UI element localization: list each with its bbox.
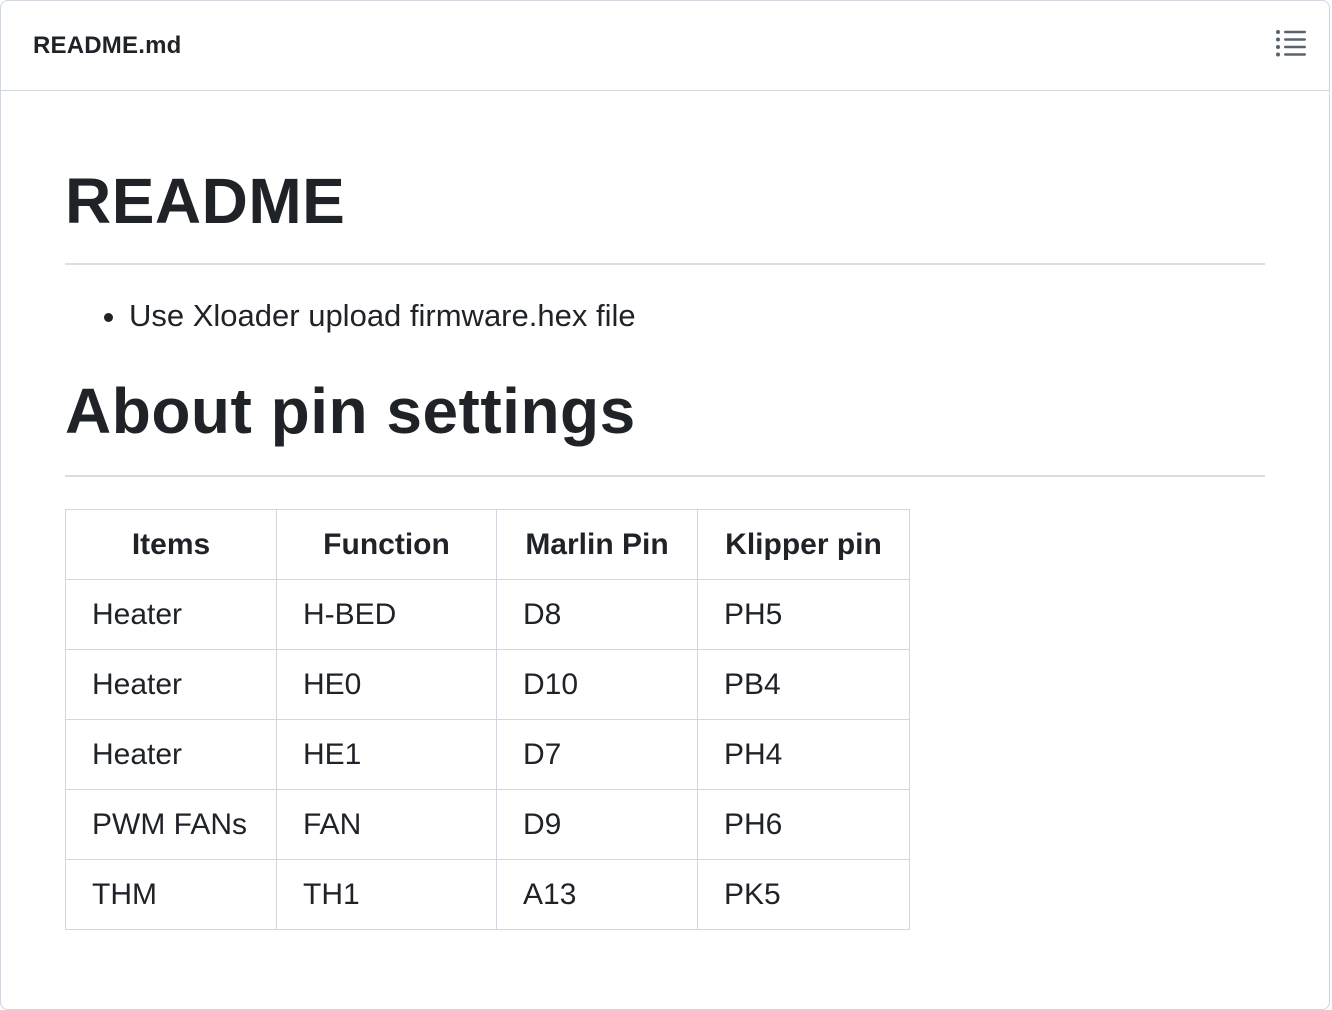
table-header-row: Items Function Marlin Pin Klipper pin — [65, 509, 910, 580]
header-marlin-pin: Marlin Pin — [496, 509, 698, 580]
table-cell: PB4 — [697, 649, 910, 720]
outline-button[interactable] — [1269, 24, 1313, 68]
table-row: Heater HE1 D7 PH4 — [65, 719, 910, 790]
table-row: Heater H-BED D8 PH5 — [65, 579, 910, 650]
table-cell: Heater — [65, 579, 277, 650]
table-cell: A13 — [496, 859, 698, 930]
section-heading: About pin settings — [65, 343, 1265, 477]
table-cell: THM — [65, 859, 277, 930]
table-row: Heater HE0 D10 PB4 — [65, 649, 910, 720]
readme-panel: README.md README • Use Xloader upload fi… — [0, 0, 1330, 1010]
file-name[interactable]: README.md — [33, 32, 181, 60]
markdown-body: README Use Xloader upload firmware.hex f… — [1, 91, 1329, 930]
header-items: Items — [65, 509, 277, 580]
table-cell: D8 — [496, 579, 698, 650]
table-cell: D10 — [496, 649, 698, 720]
table-cell: TH1 — [276, 859, 497, 930]
page-title: README — [65, 91, 1265, 265]
table-cell: D9 — [496, 789, 698, 860]
table-cell: PWM FANs — [65, 789, 277, 860]
table-row: THM TH1 A13 PK5 — [65, 859, 910, 930]
table-cell: H-BED — [276, 579, 497, 650]
header-function: Function — [276, 509, 497, 580]
pin-table: Items Function Marlin Pin Klipper pin He… — [65, 509, 910, 930]
table-cell: FAN — [276, 789, 497, 860]
list-unordered-icon — [1275, 29, 1307, 62]
table-cell: D7 — [496, 719, 698, 790]
table-row: PWM FANs FAN D9 PH6 — [65, 789, 910, 860]
bullet-list: Use Xloader upload firmware.hex file — [65, 289, 1265, 343]
table-cell: Heater — [65, 719, 277, 790]
table-cell: PH4 — [697, 719, 910, 790]
list-item: Use Xloader upload firmware.hex file — [129, 289, 1265, 343]
table-cell: Heater — [65, 649, 277, 720]
table-cell: PK5 — [697, 859, 910, 930]
table-cell: PH5 — [697, 579, 910, 650]
table-cell: HE1 — [276, 719, 497, 790]
table-cell: PH6 — [697, 789, 910, 860]
file-header: README.md — [1, 1, 1329, 91]
header-klipper-pin: Klipper pin — [697, 509, 910, 580]
table-cell: HE0 — [276, 649, 497, 720]
